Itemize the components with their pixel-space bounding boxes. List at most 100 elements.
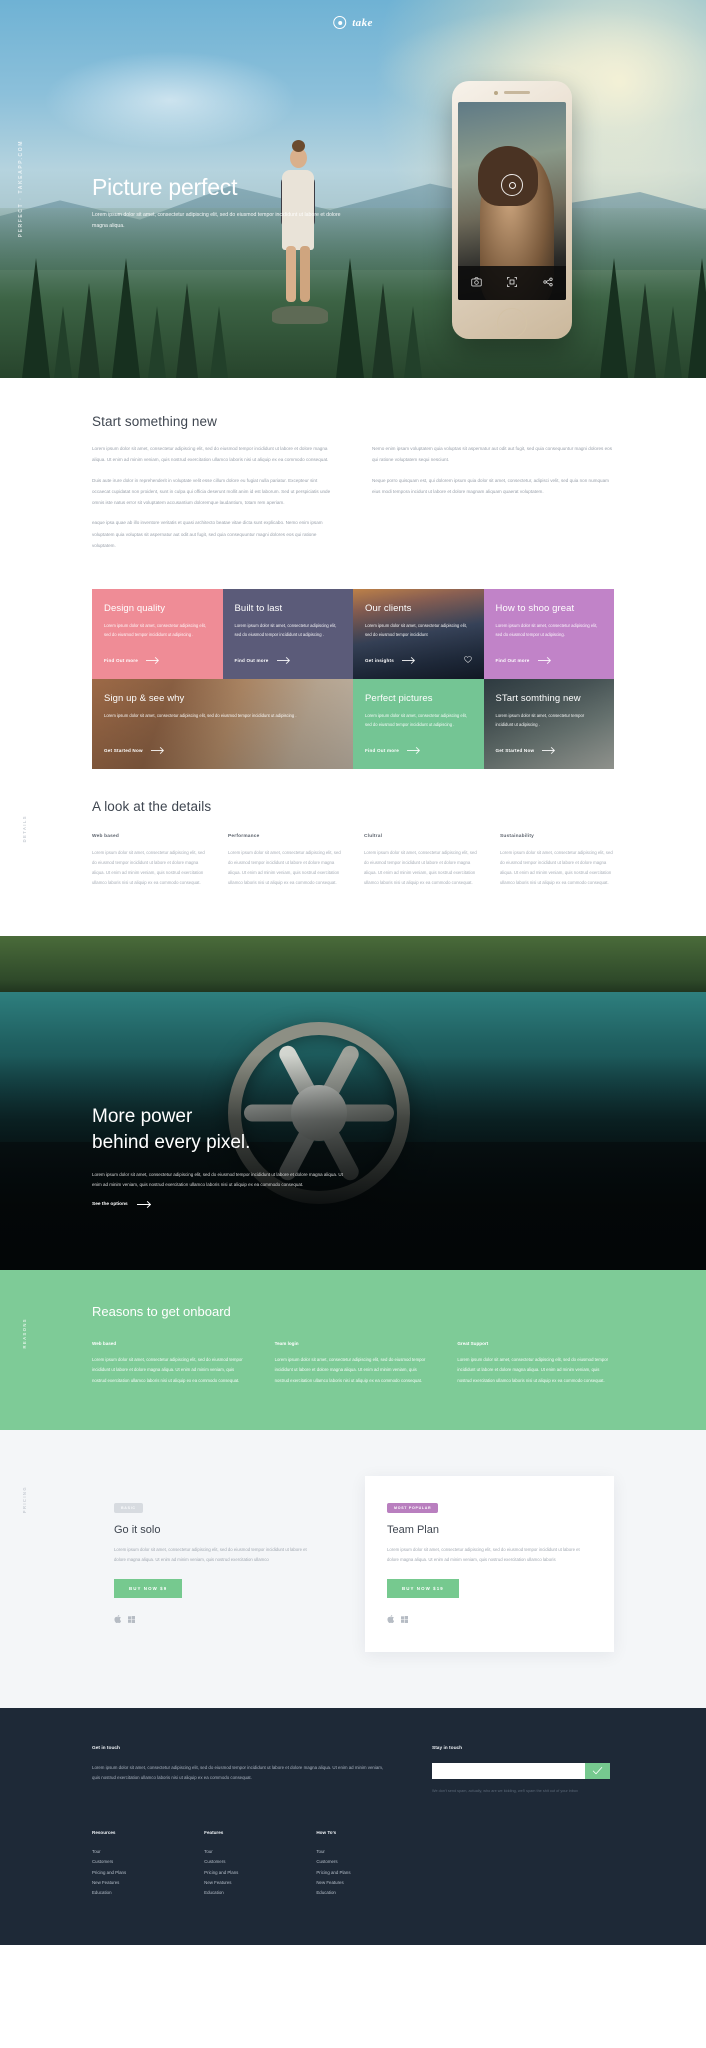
tile-body: Lorem ipsum dolor sit amet, consectetur … — [104, 623, 206, 637]
reasons-side-rail-text: REASONS — [22, 1318, 27, 1349]
tile-cta-label: Get Started Now — [495, 748, 535, 753]
aperture-ring-icon[interactable] — [501, 174, 523, 197]
tile-cta-label: Find Out more — [495, 658, 530, 663]
qr-scan-icon[interactable] — [507, 274, 518, 292]
tile-title: Perfect pictures — [365, 693, 433, 704]
start-paragraph: Duis aute irure dolor in reprehenderit i… — [92, 477, 331, 506]
footer-link[interactable]: Tour — [92, 1847, 126, 1857]
feature-tile[interactable]: Built to last Lorem ipsum dolor sit amet,… — [222, 589, 353, 679]
footer-get-in-touch-heading: Get in touch — [92, 1745, 120, 1751]
tile-title: STart somthing new — [495, 693, 581, 704]
footer-column-title: Features — [204, 1829, 224, 1835]
newsletter-submit-button[interactable] — [585, 1762, 610, 1779]
tile-body: Lorem ipsum dolor sit amet, consectetur … — [365, 623, 467, 637]
details-columns: Web based Lorem ipsum dolor sit amet, co… — [92, 834, 614, 888]
start-right-column: Nemo enim ipsam voluptatem quia voluptas… — [372, 443, 614, 551]
footer-link[interactable]: Customers — [316, 1857, 350, 1867]
footer-column-title: How To's — [316, 1829, 337, 1835]
arrow-right-icon — [150, 750, 163, 751]
footer-link[interactable]: Pricing and Plans — [316, 1868, 350, 1878]
footer-link[interactable]: New Features — [204, 1878, 238, 1888]
tile-cta-label: Find Out more — [234, 658, 269, 663]
tile-cta-label: Find Out more — [104, 658, 138, 663]
details-column: Performance Lorem ipsum dolor sit amet, … — [228, 834, 342, 888]
footer-column: Resources Tour Customers Pricing and Plans N… — [92, 1830, 126, 1899]
reasons-column: Great Support Lorem ipsum dolor sit amet… — [457, 1341, 614, 1385]
footer-link[interactable]: Education — [204, 1888, 238, 1898]
details-column-body: Lorem ipsum dolor sit amet, consectetur … — [364, 850, 477, 886]
feature-tile[interactable]: Sign up & see why Lorem ipsum dolor sit a… — [92, 679, 353, 769]
details-column-title: Clultral — [364, 834, 383, 839]
buy-now-button[interactable]: BUY NOW $9 — [114, 1578, 183, 1598]
footer-link[interactable]: Pricing and Plans — [204, 1868, 238, 1878]
plan-name: Go it solo — [114, 1523, 161, 1536]
apple-icon[interactable] — [114, 1610, 122, 1628]
footer-get-in-touch: Get in touch Lorem ipsum dolor sit amet,… — [92, 1746, 392, 1796]
power-copy: More power behind every pixel. Lorem ips… — [92, 1104, 392, 1207]
start-heading: Start something new — [92, 414, 217, 429]
tile-cta-link[interactable]: Get Started Now — [496, 748, 555, 753]
newsletter-note: We don't send spam, actually, who are we… — [432, 1788, 578, 1793]
site-logo[interactable]: take — [333, 16, 373, 29]
tile-cta-label: Get insights — [365, 658, 394, 663]
footer-link[interactable]: New Features — [92, 1878, 126, 1888]
phone-home-button[interactable] — [497, 308, 527, 338]
reasons-column-title: Team login — [274, 1341, 299, 1347]
footer-link[interactable]: Tour — [316, 1847, 350, 1857]
landing-page: take PERFECT · TAKEAPP.COM Picture perfe… — [0, 0, 706, 1945]
details-column-body: Lorem ipsum dolor sit amet, consectetur … — [500, 850, 613, 886]
buy-now-button[interactable]: BUY NOW $19 — [387, 1578, 459, 1598]
camera-icon[interactable] — [471, 274, 482, 292]
power-section: More power behind every pixel. Lorem ips… — [0, 936, 706, 1271]
feature-tile[interactable]: Perfect pictures Lorem ipsum dolor sit am… — [353, 679, 484, 769]
tile-cta-label: Get Started Now — [104, 748, 143, 753]
feature-tile[interactable]: Our clients Lorem ipsum dolor sit amet, c… — [353, 589, 484, 679]
arrow-right-icon — [146, 660, 158, 661]
details-column: Sustainability Lorem ipsum dolor sit ame… — [500, 834, 614, 888]
footer-link[interactable]: New Features — [316, 1878, 350, 1888]
plan-body: Lorem ipsum dolor sit amet, consectetur … — [387, 1546, 580, 1562]
tile-cta-link[interactable]: Find Out more — [365, 748, 419, 753]
footer-column: Features Tour Customers Pricing and Plans Ne… — [204, 1830, 238, 1899]
windows-icon[interactable] — [401, 1610, 408, 1628]
feature-tile[interactable]: Design quality Lorem ipsum dolor sit amet… — [92, 589, 223, 679]
apple-icon[interactable] — [387, 1610, 395, 1628]
phone-camera-icon — [494, 90, 498, 95]
reasons-column-body: Lorem ipsum dolor sit amet, consectetur … — [457, 1357, 609, 1383]
tile-title: How to shoo great — [495, 603, 575, 614]
feature-tile[interactable]: STart somthing new Lorem ipsum dolor sit … — [483, 679, 614, 769]
plan-store-icons — [114, 1610, 319, 1628]
power-title-line2: behind every pixel. — [92, 1132, 251, 1154]
windows-icon[interactable] — [128, 1610, 135, 1628]
arrow-right-icon — [276, 660, 289, 661]
start-left-column: Lorem ipsum dolor sit amet, consectetur … — [92, 443, 334, 551]
see-options-link[interactable]: See the options — [92, 1202, 392, 1207]
newsletter-form — [432, 1762, 610, 1779]
email-input[interactable] — [432, 1762, 585, 1779]
footer-link[interactable]: Tour — [204, 1847, 238, 1857]
arrow-right-icon — [542, 750, 555, 751]
details-column-title: Sustainability — [500, 834, 534, 839]
tile-cta-link[interactable]: Find Out more — [235, 658, 289, 663]
tile-cta-link[interactable]: Get Started Now — [104, 748, 163, 753]
footer-top: Get in touch Lorem ipsum dolor sit amet,… — [92, 1746, 614, 1796]
start-paragraph: Neque porro quisquam est, qui dolorem ip… — [372, 477, 609, 494]
reasons-columns: Web based Lorem ipsum dolor sit amet, co… — [92, 1341, 614, 1385]
details-side-rail-text: DETAILS — [22, 815, 27, 843]
footer-link[interactable]: Education — [92, 1888, 126, 1898]
heart-icon[interactable] — [463, 656, 472, 665]
arrow-right-icon — [407, 750, 419, 751]
hero-section: take PERFECT · TAKEAPP.COM Picture perfe… — [0, 0, 706, 378]
footer-link[interactable]: Customers — [92, 1857, 126, 1867]
tile-cta-link[interactable]: Find Out more — [104, 658, 158, 663]
tile-cta-link[interactable]: Find Out more — [496, 658, 550, 663]
share-icon[interactable] — [543, 274, 553, 292]
footer-link[interactable]: Pricing and Plans — [92, 1868, 126, 1878]
pricing-side-rail-text: PRICING — [22, 1485, 27, 1513]
tile-cta-link[interactable]: Get insights — [365, 658, 414, 663]
footer-link[interactable]: Education — [316, 1888, 350, 1898]
site-footer: Get in touch Lorem ipsum dolor sit amet,… — [0, 1707, 706, 1945]
feature-tile[interactable]: How to shoo great Lorem ipsum dolor sit a… — [483, 589, 614, 679]
footer-link[interactable]: Customers — [204, 1857, 238, 1867]
arrow-right-icon — [136, 1204, 150, 1206]
